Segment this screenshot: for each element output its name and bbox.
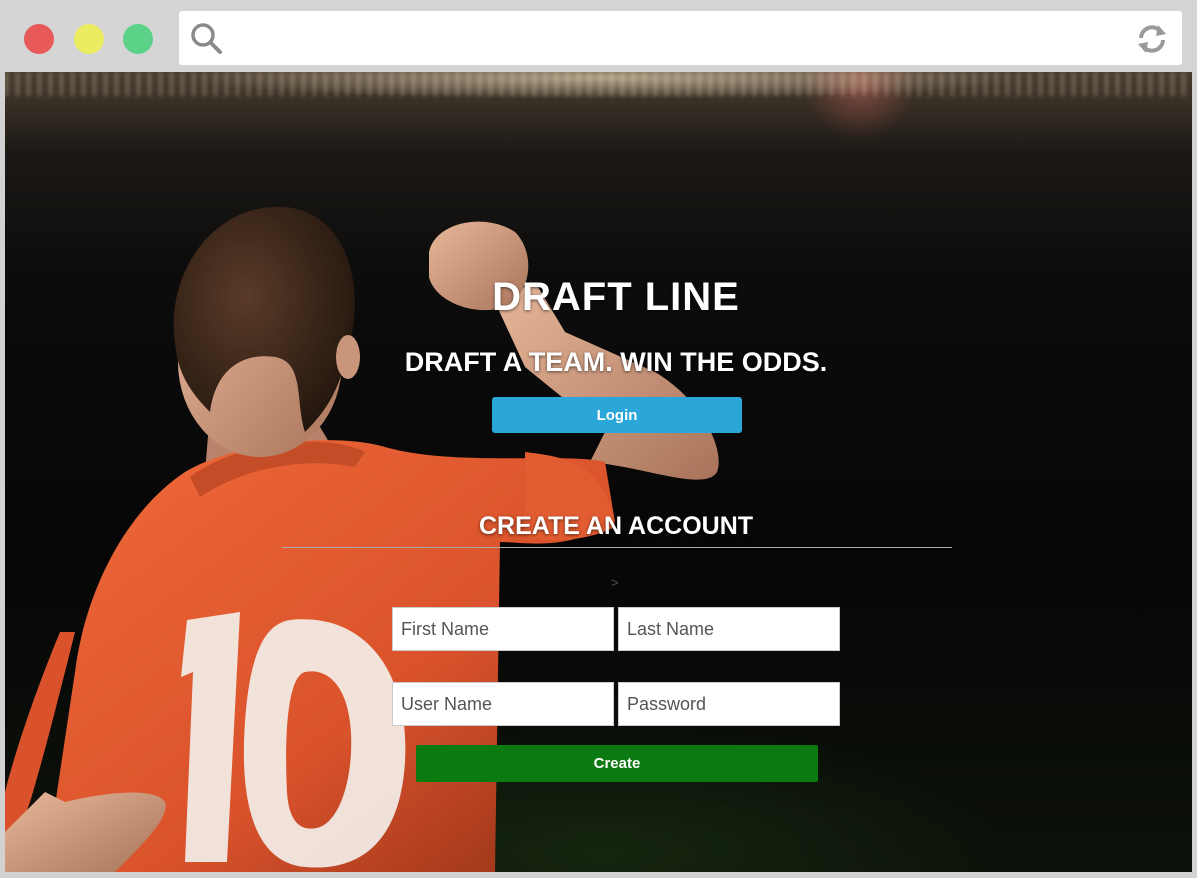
address-bar[interactable] xyxy=(179,11,1182,65)
last-name-field[interactable] xyxy=(618,607,840,651)
site-tagline: DRAFT A TEAM. WIN THE ODDS. xyxy=(404,347,828,377)
page-viewport: DRAFT LINE DRAFT A TEAM. WIN THE ODDS. L… xyxy=(5,72,1192,872)
section-divider xyxy=(282,547,952,548)
reload-icon[interactable] xyxy=(1134,21,1170,57)
stray-glyph: > xyxy=(611,575,619,590)
browser-window: DRAFT LINE DRAFT A TEAM. WIN THE ODDS. L… xyxy=(0,0,1197,878)
hero-overlay: DRAFT LINE DRAFT A TEAM. WIN THE ODDS. L… xyxy=(5,72,1192,872)
create-account-heading: CREATE AN ACCOUNT xyxy=(478,512,754,540)
maximize-window-button[interactable] xyxy=(123,24,153,54)
password-field[interactable] xyxy=(618,682,840,726)
first-name-field[interactable] xyxy=(392,607,614,651)
search-icon xyxy=(191,23,222,54)
site-title: DRAFT LINE xyxy=(492,275,740,319)
close-window-button[interactable] xyxy=(24,24,54,54)
minimize-window-button[interactable] xyxy=(74,24,104,54)
login-button[interactable]: Login xyxy=(492,397,742,433)
username-field[interactable] xyxy=(392,682,614,726)
browser-toolbar xyxy=(0,0,1197,72)
create-account-button[interactable]: Create xyxy=(416,745,818,782)
